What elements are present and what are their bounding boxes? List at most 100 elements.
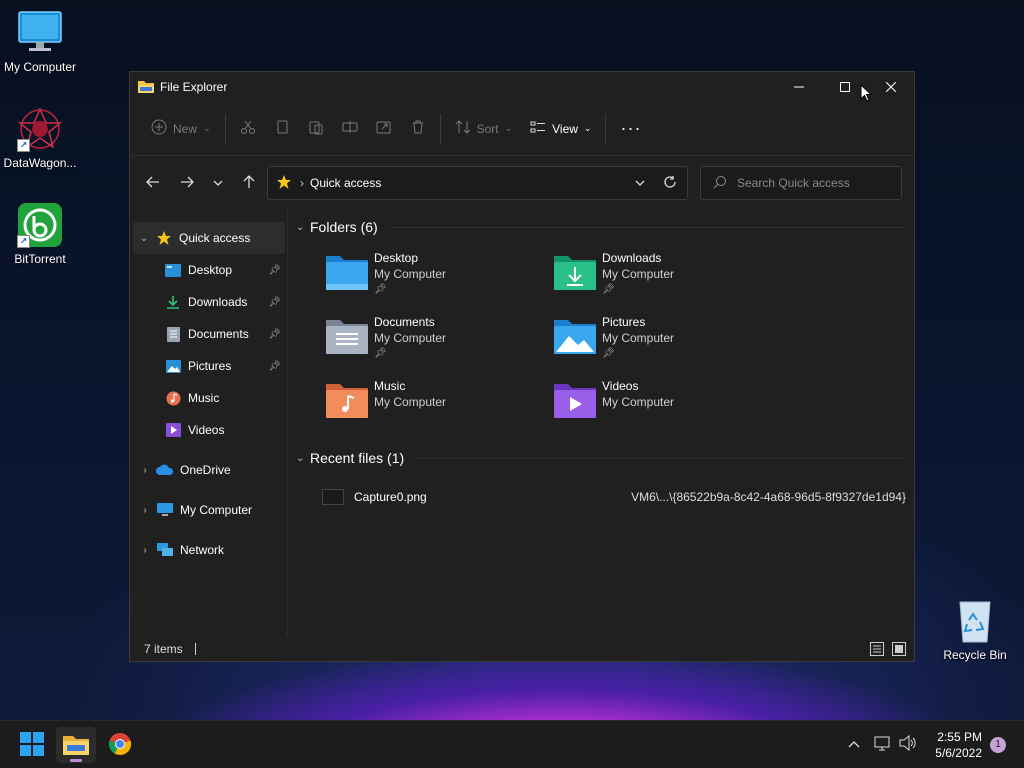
share-button[interactable] [367, 113, 401, 145]
address-bar[interactable]: › Quick access [267, 166, 688, 200]
recent-files-section-header[interactable]: ⌄ Recent files (1) [296, 443, 914, 473]
nav-item-label: Desktop [188, 263, 233, 277]
recent-file-row[interactable]: Capture0.png VM6\...\{86522b9a-8c42-4a68… [296, 481, 914, 513]
nav-item-my-computer[interactable]: › My Computer [130, 494, 287, 526]
title-bar[interactable]: File Explorer [130, 72, 914, 102]
chevron-expanded-icon[interactable]: ⌄ [296, 222, 310, 233]
folder-location: My Computer [602, 331, 675, 345]
toolbar-divider [439, 113, 441, 144]
clock[interactable]: 2:55 PM 5/6/2022 [935, 729, 982, 761]
close-button[interactable] [868, 72, 914, 102]
desktop-icon-datawagon[interactable]: ↗ DataWagon... [0, 106, 80, 170]
folder-name: Documents [374, 315, 435, 329]
sort-button[interactable]: Sort ⌄ [446, 113, 522, 145]
breadcrumb-quick-access[interactable]: Quick access [310, 176, 381, 190]
view-list-icon [530, 119, 546, 138]
paste-button[interactable] [299, 113, 333, 145]
chevron-down-icon: ⌄ [583, 123, 592, 133]
bittorrent-icon: ↗ [17, 202, 63, 248]
taskbar: 2:55 PM 5/6/2022 1 [0, 720, 1024, 768]
forward-button[interactable] [170, 168, 204, 198]
desktop-icon-bittorrent[interactable]: ↗ BitTorrent [0, 202, 80, 266]
taskbar-file-explorer[interactable] [56, 727, 96, 763]
rename-button[interactable] [333, 113, 367, 145]
minimize-button[interactable] [776, 72, 822, 102]
desktop-icon-recycle-bin[interactable]: Recycle Bin [935, 598, 1015, 662]
folder-name: Desktop [374, 251, 419, 265]
new-button[interactable]: New ⌄ [142, 113, 220, 145]
chevron-right-icon[interactable]: › [134, 545, 156, 556]
music-folder-icon [326, 384, 368, 418]
back-button[interactable] [136, 168, 170, 198]
notification-badge[interactable]: 1 [990, 737, 1006, 753]
folder-tile-pictures[interactable]: Pictures My Computer 📌︎ [552, 314, 772, 374]
chevron-right-icon[interactable]: › [134, 505, 156, 516]
folder-location: My Computer [602, 395, 675, 409]
chevron-right-icon[interactable]: › [134, 465, 156, 476]
sort-label: Sort [476, 121, 499, 136]
nav-item-quick-access[interactable]: ⌄ Quick access [133, 222, 285, 254]
image-file-icon [322, 489, 344, 505]
nav-item-label: Documents [188, 327, 249, 341]
desktop-icon-label: BitTorrent [14, 252, 66, 266]
nav-item-label: Videos [188, 423, 225, 437]
folders-section-header[interactable]: ⌄ Folders (6) [296, 212, 914, 242]
up-button[interactable] [232, 168, 266, 198]
copy-button[interactable] [265, 113, 299, 145]
search-box[interactable] [700, 166, 902, 200]
nav-item-downloads[interactable]: Downloads 📌︎ [130, 286, 287, 318]
pin-icon: 📌︎ [374, 284, 387, 295]
pin-icon: 📌︎ [268, 360, 281, 372]
nav-item-music[interactable]: Music [130, 382, 287, 414]
toolbar-divider [224, 113, 226, 144]
share-icon [376, 119, 392, 138]
nav-item-videos[interactable]: Videos [130, 414, 287, 446]
folder-name: Downloads [602, 251, 662, 265]
nav-item-onedrive[interactable]: › OneDrive [130, 454, 287, 486]
chevron-expanded-icon[interactable]: ⌄ [133, 233, 155, 244]
nav-item-label: My Computer [180, 503, 253, 517]
more-options-button[interactable]: ··· [611, 113, 650, 145]
nav-item-desktop[interactable]: Desktop 📌︎ [130, 254, 287, 286]
search-input[interactable] [737, 176, 887, 190]
folder-name: Videos [602, 379, 639, 393]
recent-file-path: VM6\...\{86522b9a-8c42-4a68-96d5-8f9327d… [631, 490, 906, 504]
nav-item-documents[interactable]: Documents 📌︎ [130, 318, 287, 350]
nav-item-label: Music [188, 391, 220, 405]
chevron-down-icon: ⌄ [203, 123, 211, 133]
status-bar: 7 items [130, 637, 914, 661]
volume-icon[interactable] [899, 734, 917, 754]
view-button[interactable]: View ⌄ [521, 113, 600, 145]
cut-button[interactable] [231, 113, 265, 145]
folder-tile-downloads[interactable]: Downloads My Computer 📌︎ [552, 250, 772, 310]
desktop-icon-my-computer[interactable]: My Computer [0, 10, 80, 74]
address-dropdown-button[interactable] [635, 176, 645, 190]
show-hidden-icons-button[interactable] [848, 737, 860, 751]
folder-tile-documents[interactable]: Documents My Computer 📌︎ [324, 314, 544, 374]
nav-item-pictures[interactable]: Pictures 📌︎ [130, 350, 287, 382]
shortcut-arrow-icon: ↗ [17, 139, 30, 152]
new-label: New [173, 121, 198, 136]
monitor-icon [17, 10, 63, 56]
details-view-button[interactable] [870, 642, 884, 659]
folder-tile-videos[interactable]: Videos My Computer [552, 378, 772, 438]
pin-icon: 📌︎ [268, 296, 281, 308]
file-explorer-window[interactable]: File Explorer New ⌄ Sort ⌄ View ⌄ ··· › … [129, 71, 915, 662]
large-icons-view-button[interactable] [892, 642, 906, 659]
nav-item-label: Downloads [188, 295, 248, 309]
toolbar-divider [605, 113, 607, 144]
folder-tile-music[interactable]: Music My Computer [324, 378, 544, 438]
navigation-pane: ⌄ Quick access Desktop 📌︎ Downloads 📌︎ D… [130, 210, 288, 637]
more-dots-icon: ··· [620, 118, 642, 138]
network-status-icon[interactable] [874, 735, 892, 754]
videos-folder-icon [554, 384, 596, 418]
taskbar-chrome[interactable] [100, 727, 140, 763]
delete-button[interactable] [401, 113, 435, 145]
refresh-button[interactable] [663, 175, 677, 192]
desktop-icon-label: DataWagon... [3, 156, 77, 170]
recent-locations-button[interactable] [204, 168, 232, 198]
chevron-expanded-icon[interactable]: ⌄ [296, 453, 310, 464]
nav-item-network[interactable]: › Network [130, 534, 287, 566]
start-button[interactable] [12, 727, 52, 763]
folder-tile-desktop[interactable]: Desktop My Computer 📌︎ [324, 250, 544, 310]
